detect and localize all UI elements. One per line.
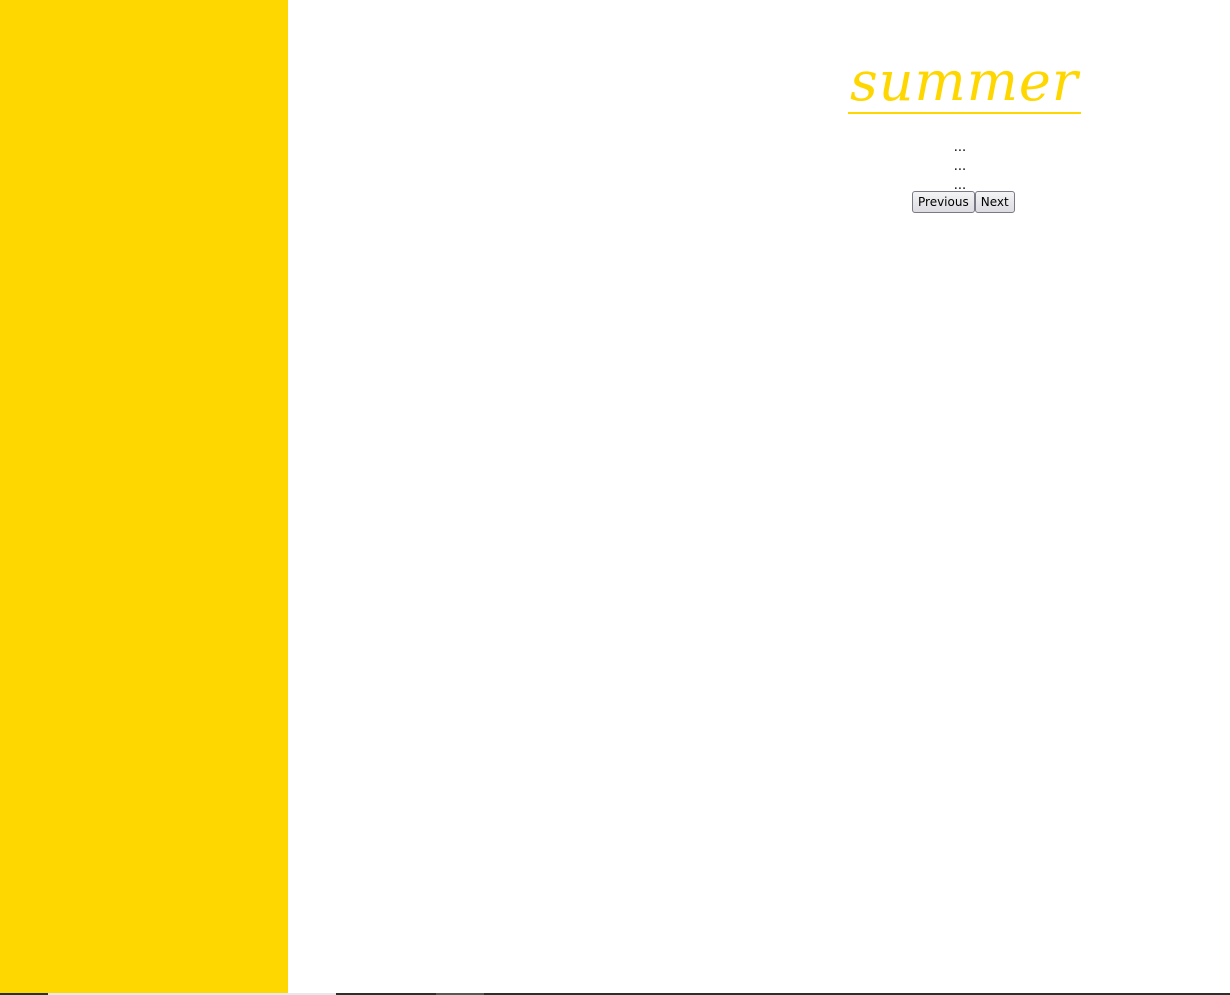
page-title: summer	[848, 50, 1081, 114]
page: summer ... ... ... Previous Next	[0, 0, 1230, 995]
main-content	[288, 0, 1230, 993]
sidebar	[0, 0, 288, 993]
placeholder-line: ...	[953, 159, 967, 174]
placeholder-line: ...	[953, 140, 967, 155]
previous-button[interactable]: Previous	[912, 191, 975, 213]
page-title-container: summer	[848, 52, 1081, 116]
next-button[interactable]: Next	[974, 191, 1015, 213]
pagination-controls: Previous Next	[912, 191, 1015, 213]
placeholder-list: ... ... ...	[900, 138, 1020, 195]
